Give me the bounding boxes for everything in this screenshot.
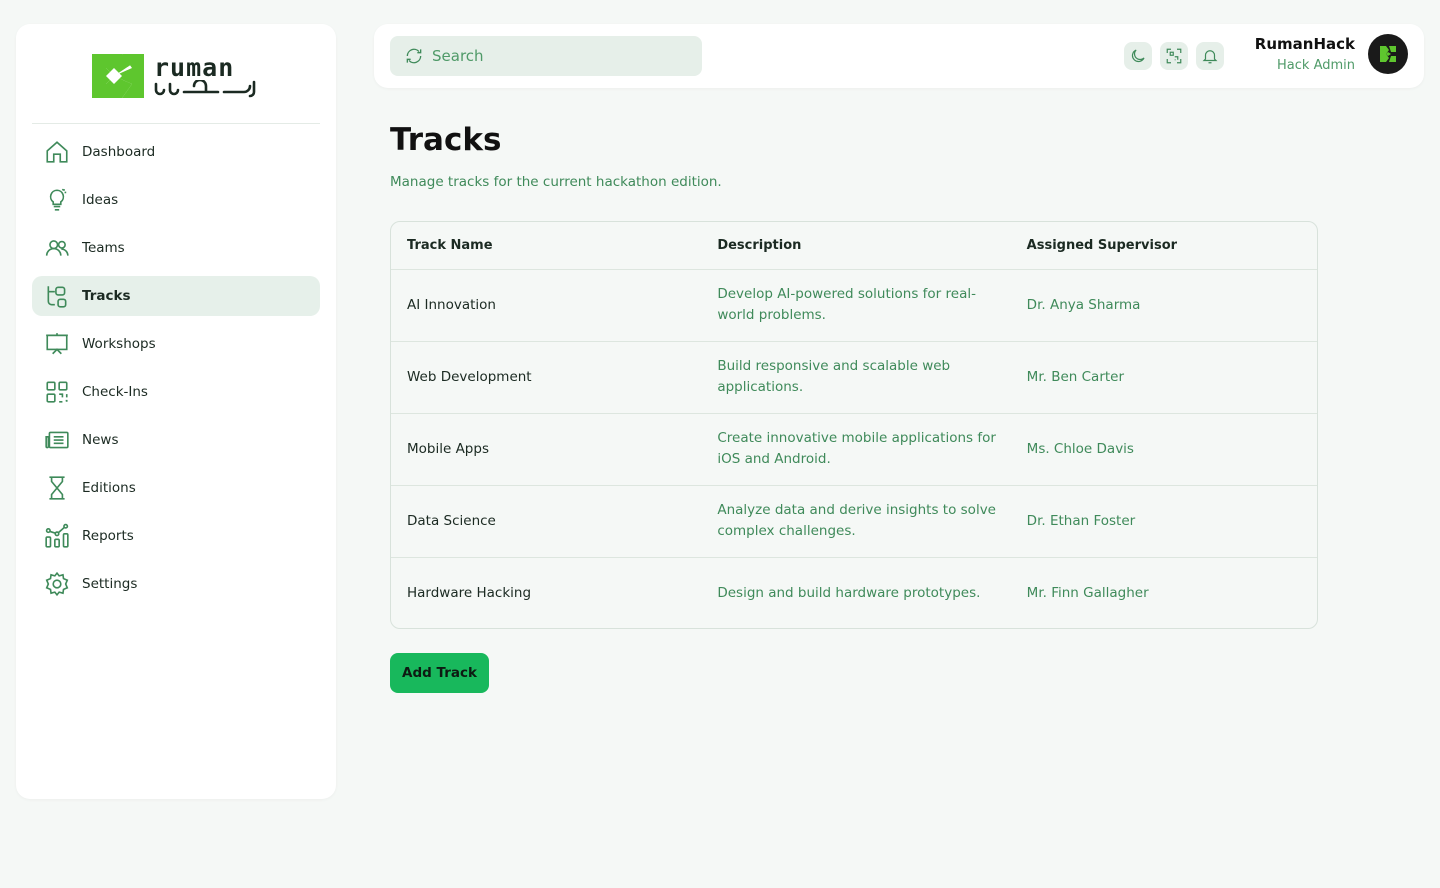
track-name-cell: AI Innovation bbox=[391, 269, 702, 342]
sidebar-item-ideas[interactable]: Ideas bbox=[32, 180, 320, 220]
top-bar: RumanHack Hack Admin bbox=[374, 24, 1424, 88]
page-subtitle: Manage tracks for the current hackathon … bbox=[390, 174, 722, 190]
sidebar-item-label: Tracks bbox=[82, 288, 131, 304]
logo-wordmark: ruman bbox=[154, 52, 235, 82]
sidebar: ruman Dashboard Ideas Teams Tracks Works… bbox=[16, 24, 336, 799]
track-name-cell: Mobile Apps bbox=[391, 413, 702, 486]
tracks-table: Track Name Description Assigned Supervis… bbox=[390, 221, 1318, 629]
track-name-cell: Data Science bbox=[391, 485, 702, 558]
sidebar-item-settings[interactable]: Settings bbox=[32, 564, 320, 604]
hourglass-icon bbox=[49, 476, 65, 500]
table-row[interactable]: Mobile Apps Create innovative mobile app… bbox=[391, 413, 1317, 486]
supervisor-cell: Dr. Ethan Foster bbox=[1010, 485, 1317, 558]
sidebar-item-check-ins[interactable]: Check-Ins bbox=[32, 372, 320, 412]
page-title: Tracks bbox=[390, 122, 502, 158]
column-header-track-name: Track Name bbox=[391, 222, 702, 270]
table-row[interactable]: AI Innovation Develop AI-powered solutio… bbox=[391, 269, 1317, 342]
top-icon-group bbox=[1124, 42, 1224, 70]
supervisor-cell: Ms. Chloe Davis bbox=[1010, 413, 1317, 486]
avatar[interactable] bbox=[1368, 34, 1408, 74]
sidebar-nav: Dashboard Ideas Teams Tracks Workshops C… bbox=[32, 132, 320, 612]
scan-icon bbox=[1166, 48, 1182, 64]
sidebar-item-label: News bbox=[82, 432, 119, 448]
sidebar-item-workshops[interactable]: Workshops bbox=[32, 324, 320, 364]
table-row[interactable]: Web Development Build responsive and sca… bbox=[391, 341, 1317, 414]
theme-toggle-button[interactable] bbox=[1124, 42, 1152, 70]
sidebar-item-teams[interactable]: Teams bbox=[32, 228, 320, 268]
qr-code-icon bbox=[46, 381, 68, 403]
bell-icon bbox=[1202, 50, 1218, 64]
presentation-icon bbox=[46, 333, 68, 355]
user-name: RumanHack bbox=[1254, 35, 1355, 53]
avatar-logo-icon bbox=[1380, 46, 1396, 62]
track-name-cell: Hardware Hacking bbox=[407, 584, 532, 601]
users-icon bbox=[45, 240, 69, 256]
search-input[interactable] bbox=[432, 47, 692, 65]
gear-icon bbox=[45, 571, 69, 597]
sidebar-item-label: Ideas bbox=[82, 192, 119, 208]
sidebar-item-editions[interactable]: Editions bbox=[32, 468, 320, 508]
search-box[interactable] bbox=[390, 36, 702, 76]
user-info[interactable]: RumanHack Hack Admin bbox=[1255, 35, 1355, 73]
description-cell: Design and build hardware prototypes. bbox=[717, 584, 981, 601]
logo-arabic-wordmark bbox=[154, 79, 256, 97]
add-track-button[interactable]: Add Track bbox=[390, 653, 489, 693]
track-name-cell: Web Development bbox=[391, 341, 702, 414]
sidebar-item-label: Dashboard bbox=[82, 144, 156, 160]
notifications-button[interactable] bbox=[1196, 42, 1224, 70]
user-role: Hack Admin bbox=[1277, 58, 1355, 73]
sidebar-item-label: Workshops bbox=[82, 336, 156, 352]
tracks-icon bbox=[47, 286, 67, 308]
supervisor-cell: Mr. Finn Gallagher bbox=[1026, 584, 1149, 601]
sidebar-item-news[interactable]: News bbox=[32, 420, 320, 460]
table-row[interactable]: Data Science Analyze data and derive ins… bbox=[391, 485, 1317, 558]
description-cell: Build responsive and scalable web applic… bbox=[701, 341, 1011, 414]
moon-icon bbox=[1131, 49, 1145, 63]
supervisor-cell: Dr. Anya Sharma bbox=[1010, 269, 1317, 342]
brand-logo[interactable]: ruman bbox=[92, 54, 258, 98]
table-row[interactable]: Hardware Hacking Design and build hardwa… bbox=[391, 557, 1317, 628]
column-header-supervisor: Assigned Supervisor bbox=[1010, 222, 1317, 270]
logo-mark-icon bbox=[92, 54, 144, 98]
sidebar-item-label: Check-Ins bbox=[82, 384, 148, 400]
scan-button[interactable] bbox=[1160, 42, 1188, 70]
table-header-row: Track Name Description Assigned Supervis… bbox=[391, 222, 1317, 270]
home-icon bbox=[46, 141, 68, 163]
description-cell: Analyze data and derive insights to solv… bbox=[701, 485, 1011, 558]
sidebar-item-label: Reports bbox=[82, 528, 134, 544]
sidebar-item-label: Settings bbox=[82, 576, 138, 592]
sidebar-divider bbox=[32, 123, 320, 124]
supervisor-cell: Mr. Ben Carter bbox=[1010, 341, 1317, 414]
search-icon bbox=[406, 48, 422, 64]
column-header-description: Description bbox=[701, 222, 1011, 270]
description-cell: Develop AI-powered solutions for real-wo… bbox=[701, 269, 1011, 342]
description-cell: Create innovative mobile applications fo… bbox=[701, 413, 1011, 486]
lightbulb-icon bbox=[49, 188, 67, 211]
sidebar-item-dashboard[interactable]: Dashboard bbox=[32, 132, 320, 172]
sidebar-item-label: Teams bbox=[82, 240, 125, 256]
newspaper-icon bbox=[45, 431, 69, 449]
sidebar-item-label: Editions bbox=[82, 480, 136, 496]
sidebar-item-tracks[interactable]: Tracks bbox=[32, 276, 320, 316]
sidebar-item-reports[interactable]: Reports bbox=[32, 516, 320, 556]
bar-chart-icon bbox=[45, 523, 69, 548]
